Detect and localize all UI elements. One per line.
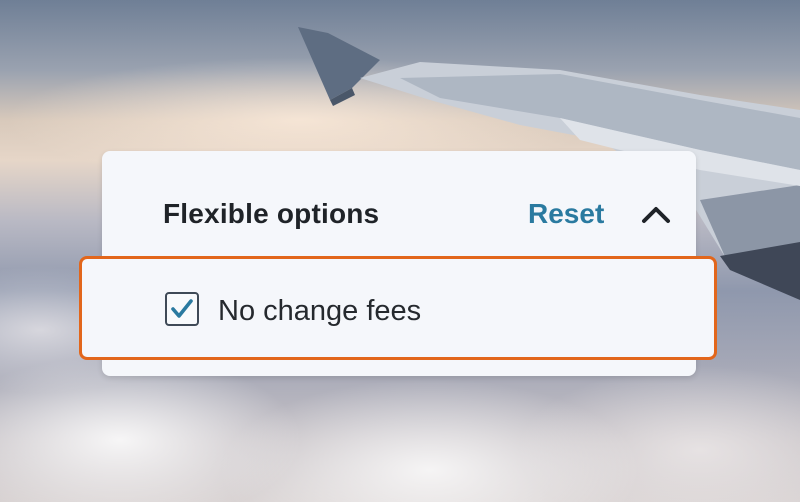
chevron-up-icon[interactable]: [639, 201, 673, 227]
checkmark-icon: [171, 299, 193, 318]
option-label: No change fees: [218, 295, 422, 327]
no-change-fees-checkbox[interactable]: [165, 292, 199, 326]
reset-link[interactable]: Reset: [528, 198, 604, 230]
no-change-fees-option[interactable]: No change fees: [79, 256, 717, 360]
panel-title: Flexible options: [163, 198, 380, 229]
